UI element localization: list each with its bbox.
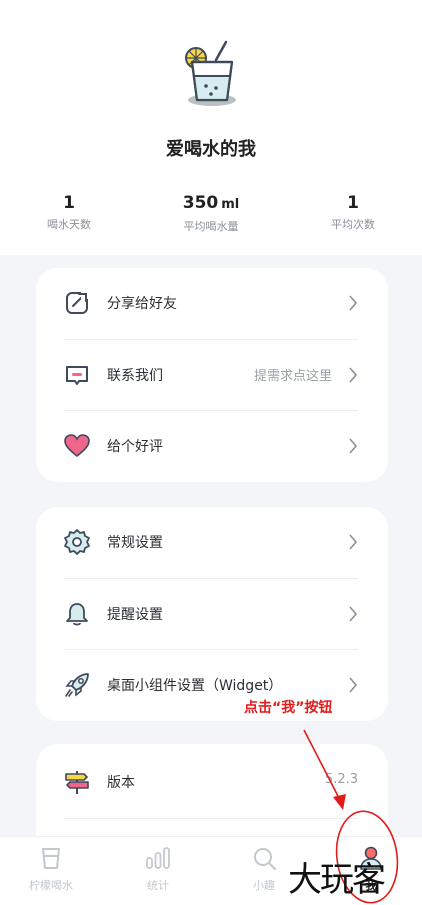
stat-label: 平均喝水量 — [183, 220, 239, 233]
menu-item-label: 提醒设置 — [107, 607, 163, 623]
menu-item-label: 给个好评 — [107, 439, 163, 455]
menu-item-reminder-settings[interactable]: 提醒设置 — [36, 579, 388, 649]
menu-item-version[interactable]: 版本 5.2.3 — [36, 747, 388, 817]
stat-label: 平均次数 — [331, 218, 375, 231]
profile-header: 爱喝水的我 1 喝水天数 350 ml 平均喝水量 1 平均次数 — [0, 0, 422, 255]
menu-item-widget-settings[interactable]: 桌面小组件设置（Widget） — [36, 650, 388, 720]
version-number: 5.2.3 — [324, 772, 358, 787]
share-icon — [66, 290, 90, 314]
menu-item-label: 常规设置 — [107, 535, 163, 551]
menu-card-settings: 常规设置 提醒设置 桌面小组件设置（Widget） — [36, 507, 388, 721]
menu-item-share[interactable]: 分享给好友 — [36, 268, 388, 338]
stat-unit: ml — [221, 197, 240, 212]
search-icon — [254, 848, 276, 870]
stat-average-times: 1 平均次数 — [298, 192, 408, 232]
chevron-right-icon — [349, 367, 358, 383]
bell-icon — [66, 603, 88, 626]
menu-card-social: 分享给好友 联系我们 提需求点这里 给个好评 — [36, 268, 388, 482]
gear-icon — [64, 529, 90, 555]
menu-item-rate[interactable]: 给个好评 — [36, 411, 388, 481]
stat-value: 350 — [182, 193, 219, 213]
tab-statistics[interactable]: 统计 — [118, 845, 198, 893]
tab-label: 柠檬喝水 — [29, 879, 73, 892]
watermark: 大玩客 — [288, 860, 386, 900]
water-glass-avatar-icon — [185, 40, 236, 106]
nickname: 爱喝水的我 — [166, 139, 256, 160]
tab-label: 统计 — [147, 879, 169, 892]
menu-item-label: 分享给好友 — [107, 296, 177, 312]
menu-item-general-settings[interactable]: 常规设置 — [36, 507, 388, 577]
chevron-right-icon — [349, 534, 358, 550]
menu-item-hint: 提需求点这里 — [253, 369, 332, 384]
signpost-icon — [65, 771, 89, 794]
chevron-right-icon — [349, 606, 358, 622]
annotation-label: 点击“我”按钮 — [244, 700, 333, 716]
heart-icon — [64, 434, 90, 458]
message-icon — [66, 366, 88, 385]
stat-drink-days: 1 喝水天数 — [14, 192, 124, 232]
chevron-right-icon — [349, 295, 358, 311]
menu-item-contact[interactable]: 联系我们 提需求点这里 — [36, 340, 388, 410]
menu-item-label: 版本 — [107, 775, 135, 791]
stat-average-amount: 350 ml 平均喝水量 — [156, 192, 266, 234]
divider — [64, 818, 358, 819]
stat-label: 喝水天数 — [47, 218, 91, 231]
menu-item-label: 联系我们 — [107, 368, 163, 384]
chevron-right-icon — [349, 677, 358, 693]
menu-item-label: 桌面小组件设置（Widget） — [107, 678, 283, 694]
bar-chart-icon — [146, 847, 170, 869]
cup-icon — [42, 848, 60, 869]
tab-drink-water[interactable]: 柠檬喝水 — [11, 845, 91, 893]
chevron-right-icon — [349, 438, 358, 454]
stat-value: 1 — [63, 193, 75, 213]
rocket-icon — [65, 673, 89, 697]
stat-value: 1 — [347, 193, 359, 213]
